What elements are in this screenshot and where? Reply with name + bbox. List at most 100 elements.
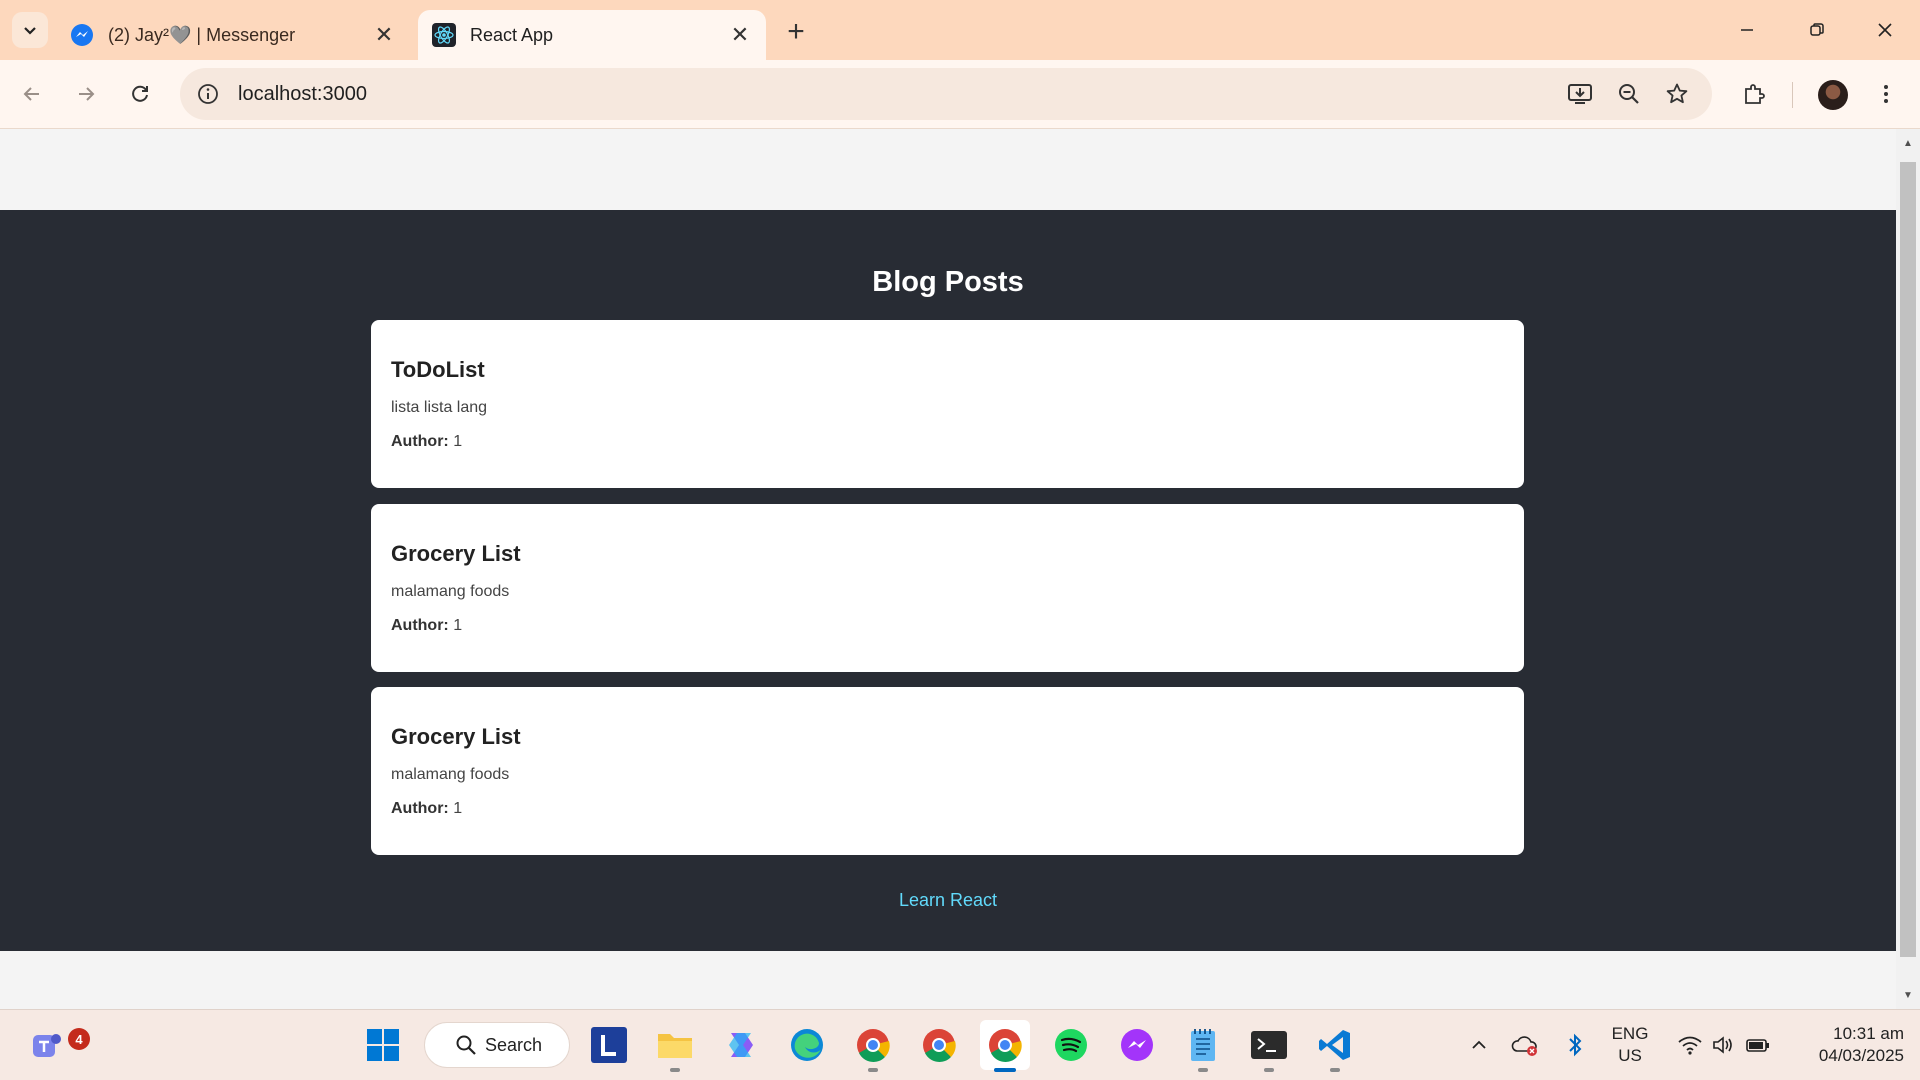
start-button[interactable]: [358, 1020, 408, 1070]
forward-button[interactable]: [68, 76, 104, 112]
toolbar-divider: [1792, 82, 1793, 108]
clock-time: 10:31 am: [1833, 1024, 1904, 1043]
author-value: 1: [453, 800, 463, 817]
bookmark-button[interactable]: [1659, 76, 1695, 112]
edge-icon: [791, 1029, 823, 1061]
new-tab-button[interactable]: +: [778, 14, 814, 50]
post-author: Author: 1: [391, 617, 462, 635]
minimize-button[interactable]: [1724, 10, 1770, 50]
running-indicator: [868, 1068, 878, 1072]
edge-app[interactable]: [782, 1020, 832, 1070]
copilot-app[interactable]: [716, 1020, 766, 1070]
zoom-button[interactable]: [1611, 76, 1647, 112]
running-indicator: [1330, 1068, 1340, 1072]
post-card: ToDoList lista lista lang Author: 1: [371, 320, 1524, 488]
tab-title: React App: [470, 24, 554, 45]
spotify-icon: [1055, 1029, 1087, 1061]
language-indicator[interactable]: ENG US: [1604, 1023, 1656, 1067]
taskbar: 4 Search ENG US 10:31 am 04/03/2025: [0, 1009, 1920, 1080]
clock-date: 04/03/2025: [1818, 1046, 1904, 1065]
close-tab-icon[interactable]: ✕: [728, 22, 752, 47]
notepad-app[interactable]: [1178, 1020, 1228, 1072]
author-label: Author:: [391, 800, 449, 817]
site-info-icon[interactable]: [188, 74, 228, 114]
terminal-app[interactable]: [1244, 1020, 1294, 1072]
tab-title: (2) Jay²🩶 | Messenger: [108, 24, 296, 45]
arrow-left-icon: [23, 87, 39, 101]
scroll-down-icon[interactable]: ▼: [1902, 989, 1914, 1001]
chrome-icon: [857, 1029, 890, 1062]
messenger-icon: [1121, 1029, 1153, 1061]
puzzle-icon: [1745, 84, 1765, 104]
back-button[interactable]: [14, 76, 50, 112]
notepad-icon: [1191, 1029, 1215, 1061]
chrome-icon: [989, 1029, 1022, 1062]
language-code: ENG: [1611, 1024, 1649, 1043]
windows-icon: [367, 1029, 399, 1061]
post-author: Author: 1: [391, 433, 462, 451]
author-value: 1: [453, 617, 463, 634]
active-indicator: [994, 1068, 1016, 1072]
running-indicator: [1198, 1068, 1208, 1072]
learn-react-link[interactable]: Learn React: [0, 890, 1896, 911]
post-body: malamang foods: [391, 583, 510, 600]
app-container: Blog Posts ToDoList lista lista lang Aut…: [0, 210, 1896, 951]
vscode-app[interactable]: [1310, 1020, 1360, 1072]
post-body: malamang foods: [391, 766, 510, 783]
search-icon: [456, 1035, 476, 1055]
tab-react-app[interactable]: React App ✕: [418, 10, 766, 60]
close-icon: [1878, 23, 1892, 37]
page-title: Blog Posts: [872, 266, 1024, 298]
file-explorer-app[interactable]: [650, 1020, 700, 1072]
chrome-icon: [923, 1029, 956, 1062]
minimize-icon: [1741, 29, 1753, 31]
reload-button[interactable]: [122, 76, 158, 112]
messenger-app[interactable]: [1112, 1020, 1162, 1070]
onedrive-status[interactable]: [1502, 1020, 1548, 1070]
restore-icon: [1810, 23, 1824, 36]
star-icon: [1666, 83, 1688, 104]
close-window-button[interactable]: [1862, 10, 1908, 50]
arrow-right-icon: [79, 87, 95, 101]
spotify-app[interactable]: [1046, 1020, 1096, 1070]
browser-toolbar: localhost:3000: [0, 60, 1920, 129]
chrome-app[interactable]: [914, 1020, 964, 1070]
folder-icon: [658, 1034, 692, 1058]
running-indicator: [1264, 1068, 1274, 1072]
chrome-app[interactable]: [848, 1020, 898, 1072]
l-app[interactable]: [584, 1020, 634, 1070]
quick-settings[interactable]: [1664, 1020, 1784, 1070]
teams-icon: [33, 1034, 61, 1057]
extensions-button[interactable]: [1736, 76, 1772, 112]
scroll-thumb[interactable]: [1900, 162, 1916, 957]
language-region: US: [1618, 1046, 1642, 1065]
teams-app[interactable]: 4: [22, 1020, 90, 1070]
install-app-button[interactable]: [1562, 76, 1598, 112]
page-scrollbar[interactable]: ▲ ▼: [1896, 129, 1920, 1009]
post-card: Grocery List malamang foods Author: 1: [371, 504, 1524, 672]
terminal-icon: [1251, 1031, 1287, 1059]
scroll-up-icon[interactable]: ▲: [1902, 137, 1914, 149]
chrome-app-active[interactable]: [980, 1020, 1030, 1072]
author-label: Author:: [391, 617, 449, 634]
search-label: Search: [485, 1034, 543, 1055]
vscode-icon: [1319, 1030, 1350, 1060]
bluetooth-status[interactable]: [1552, 1020, 1598, 1070]
more-vertical-icon: [1884, 85, 1888, 103]
show-hidden-icons-button[interactable]: [1454, 1020, 1504, 1070]
install-icon: [1568, 84, 1592, 104]
menu-button[interactable]: [1868, 76, 1904, 112]
address-bar[interactable]: localhost:3000: [180, 68, 1712, 120]
tab-search-button[interactable]: [12, 12, 48, 48]
post-title: Grocery List: [391, 541, 521, 566]
close-tab-icon[interactable]: ✕: [372, 22, 396, 47]
tab-messenger[interactable]: (2) Jay²🩶 | Messenger ✕: [56, 10, 410, 60]
profile-avatar[interactable]: [1818, 80, 1848, 110]
restore-button[interactable]: [1794, 10, 1840, 50]
zoom-out-icon: [1619, 84, 1639, 104]
post-card: Grocery List malamang foods Author: 1: [371, 687, 1524, 855]
post-title: ToDoList: [391, 357, 485, 382]
chevron-down-icon: [24, 27, 36, 35]
clock[interactable]: 10:31 am 04/03/2025: [1792, 1023, 1904, 1067]
taskbar-search[interactable]: Search: [424, 1022, 570, 1068]
